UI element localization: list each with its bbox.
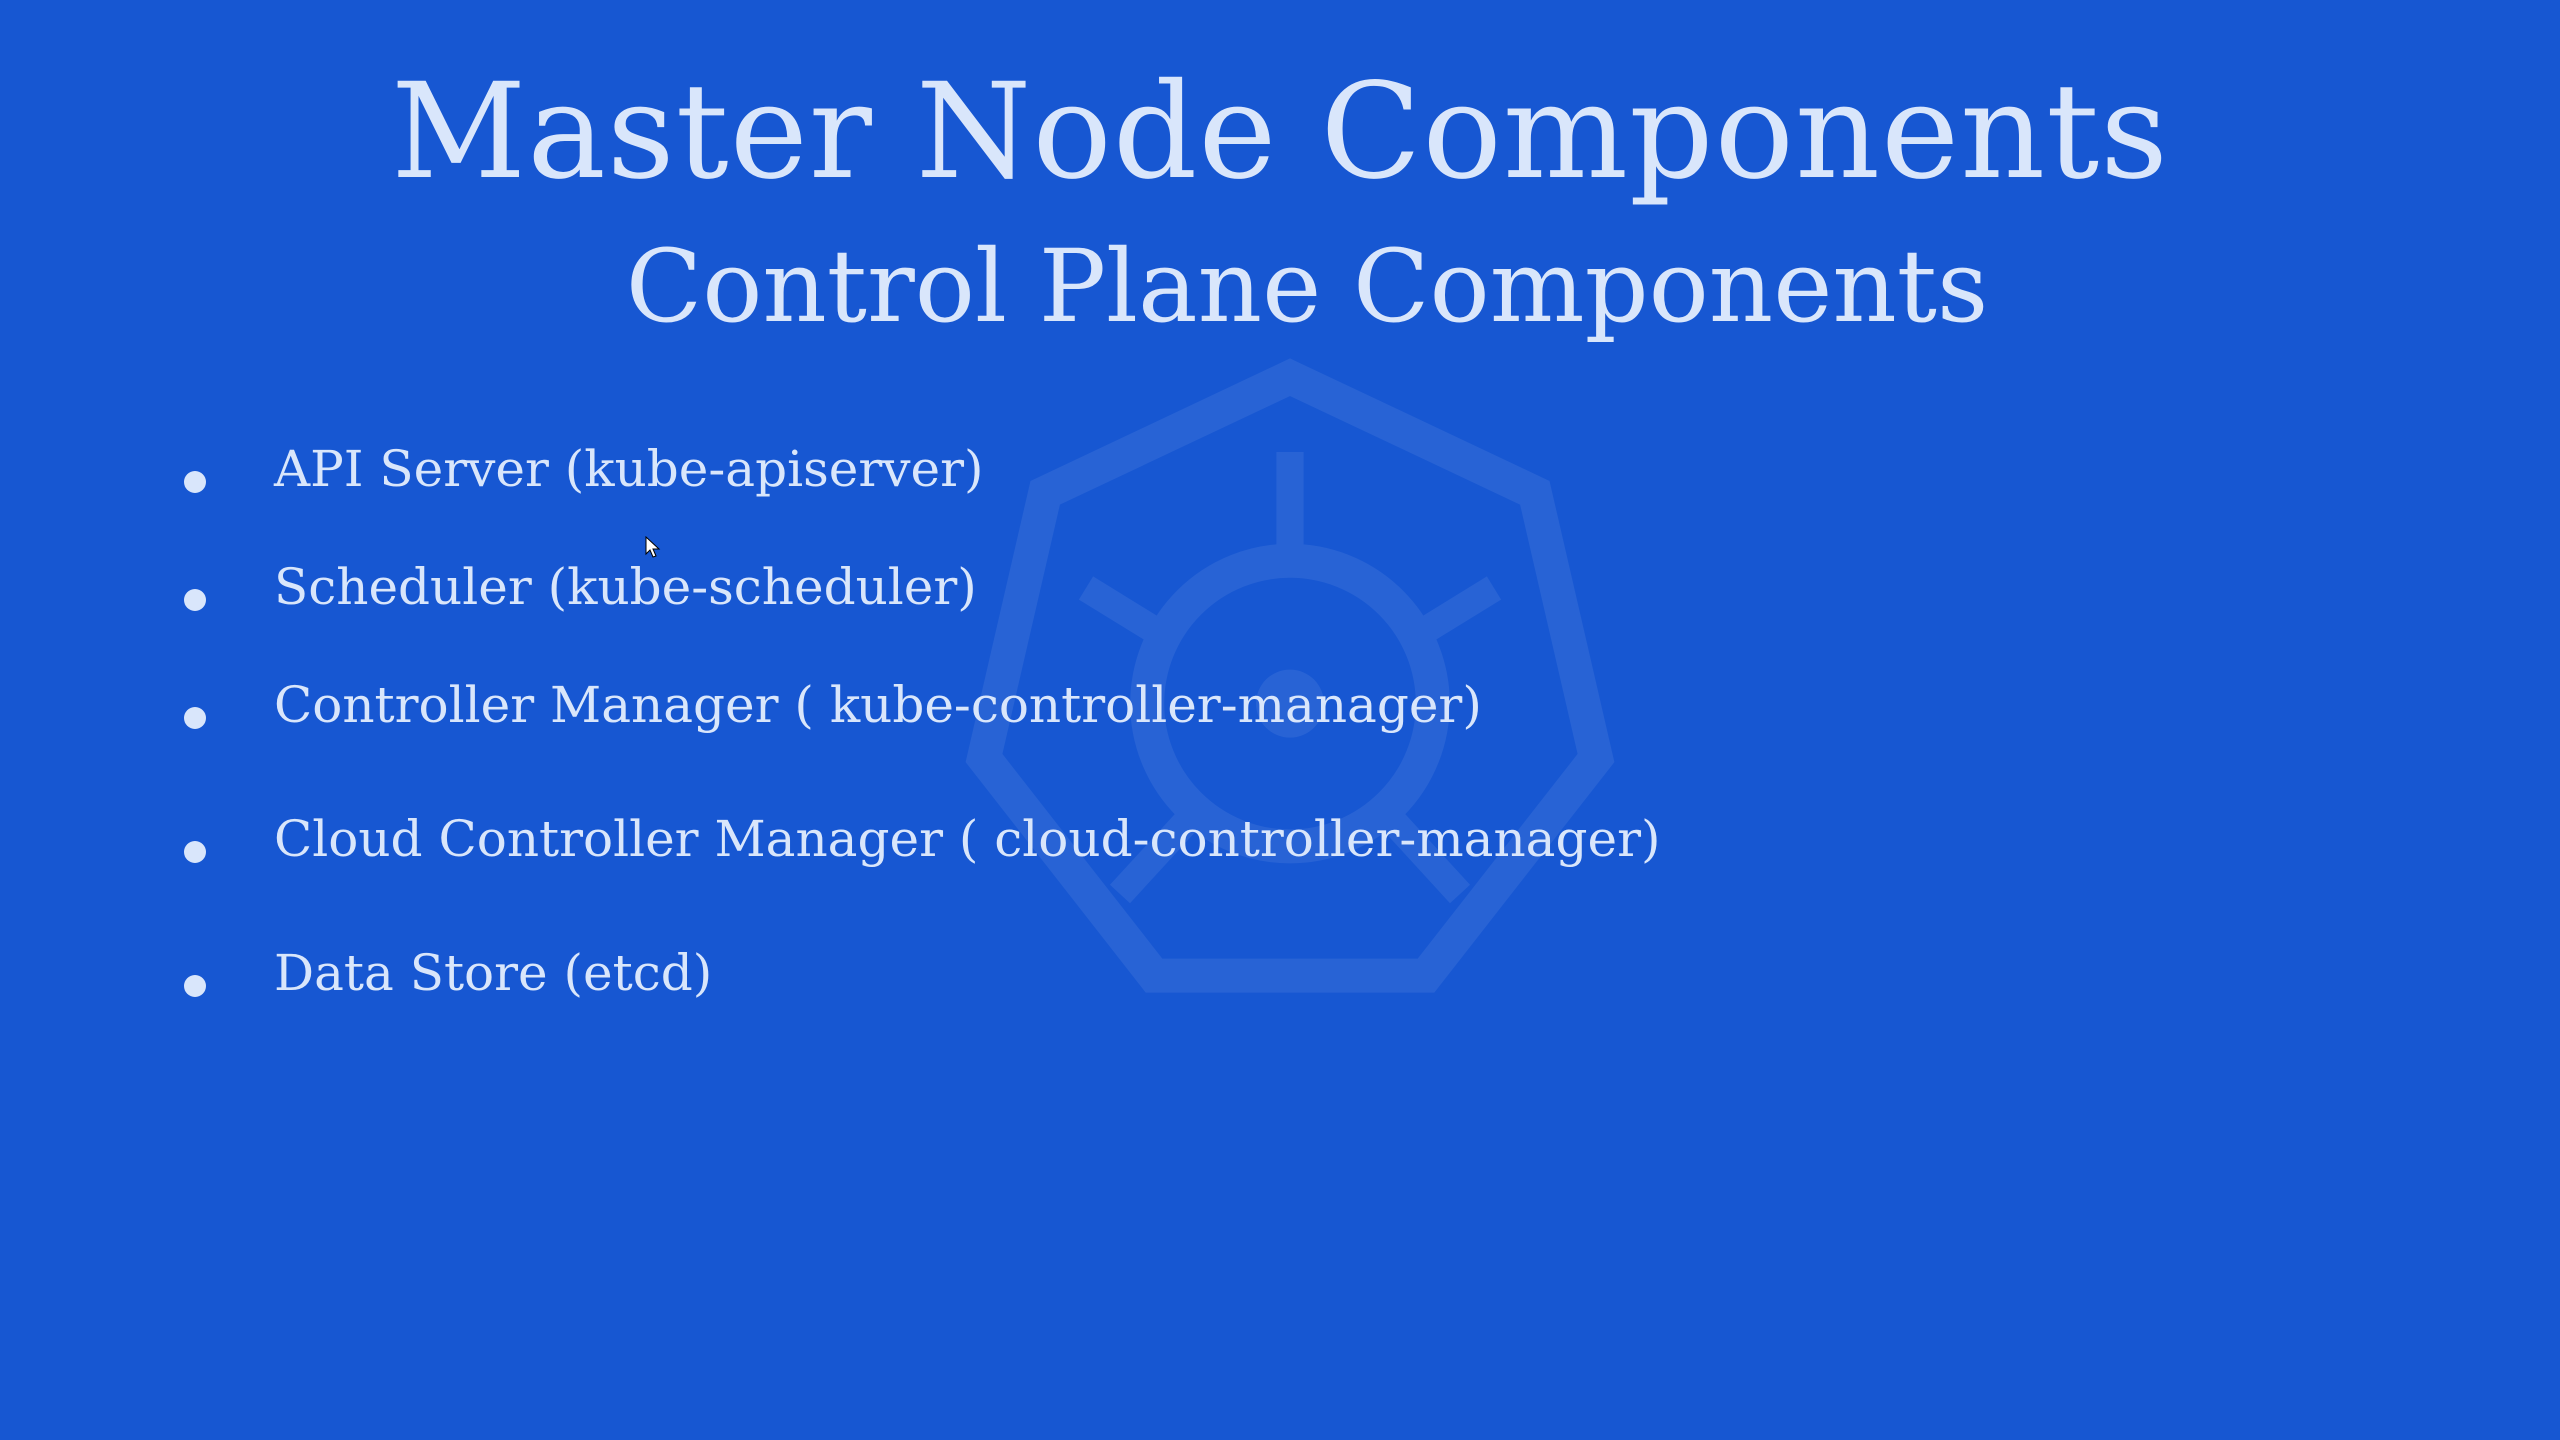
list-item-text: API Server (kube-apiserver) [274,440,984,498]
slide-title: Master Node Components [391,55,2169,209]
bullet-icon [184,471,206,493]
list-item-text: Cloud Controller Manager ( cloud-control… [274,810,1661,868]
list-item-text: Scheduler (kube-scheduler) [274,558,977,616]
bullet-icon [184,841,206,863]
slide-subtitle: Control Plane Components [625,228,1989,345]
presentation-slide: Master Node Components Control Plane Com… [0,0,2560,1440]
bullet-icon [184,975,206,997]
bullet-icon [184,707,206,729]
list-item-text: Controller Manager ( kube-controller-man… [274,676,1482,734]
mouse-pointer-icon [645,536,661,558]
bullet-icon [184,589,206,611]
list-item-text: Data Store (etcd) [274,944,713,1002]
